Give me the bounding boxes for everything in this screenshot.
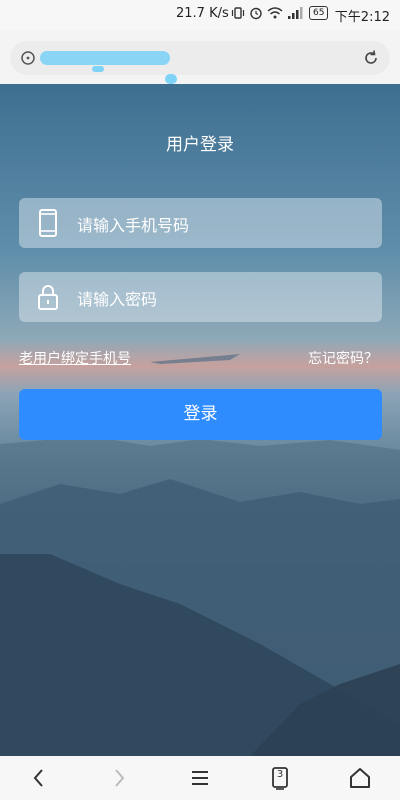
- redaction-mark: [92, 66, 104, 72]
- phone-icon: [39, 209, 57, 237]
- status-bar: 21.7 K/s 65 下午2:12: [0, 0, 400, 30]
- browser-toolbar: [0, 30, 400, 84]
- tabs-button[interactable]: 3: [267, 765, 293, 791]
- phone-placeholder: 请输入手机号码: [77, 216, 190, 235]
- signal-icon: [288, 7, 303, 19]
- password-input[interactable]: 请输入密码: [19, 272, 382, 322]
- wifi-icon: [267, 7, 283, 19]
- reload-icon[interactable]: [362, 49, 380, 67]
- alarm-icon: [250, 7, 262, 20]
- tabs-count: 3: [276, 769, 284, 780]
- page-title: 用户登录: [166, 135, 234, 155]
- phone-input[interactable]: 请输入手机号码: [19, 198, 382, 248]
- login-page: 用户登录 请输入手机号码 请输入密码 老用户绑定手机号 忘记密码？ 登录: [0, 84, 400, 756]
- clock: 下午2:12: [334, 10, 390, 25]
- forward-icon[interactable]: [106, 765, 132, 791]
- menu-icon[interactable]: [187, 765, 213, 791]
- status-icons: 65: [231, 6, 329, 20]
- home-icon[interactable]: [347, 765, 373, 791]
- redaction-mark: [165, 74, 177, 84]
- network-rate: 21.7 K/s: [176, 6, 229, 21]
- back-icon[interactable]: [26, 765, 52, 791]
- bind-phone-link[interactable]: 老用户绑定手机号: [19, 348, 131, 368]
- password-placeholder: 请输入密码: [77, 290, 158, 309]
- site-info-icon[interactable]: [20, 50, 36, 66]
- redacted-url: [40, 51, 170, 65]
- lock-icon: [38, 285, 58, 310]
- browser-bottom-nav: 3: [0, 756, 400, 800]
- battery-indicator: 65: [309, 6, 329, 20]
- vibrate-icon: [231, 7, 245, 19]
- login-button[interactable]: 登录: [19, 389, 382, 440]
- forgot-password-link[interactable]: 忘记密码？: [308, 348, 378, 368]
- address-bar[interactable]: [10, 41, 390, 84]
